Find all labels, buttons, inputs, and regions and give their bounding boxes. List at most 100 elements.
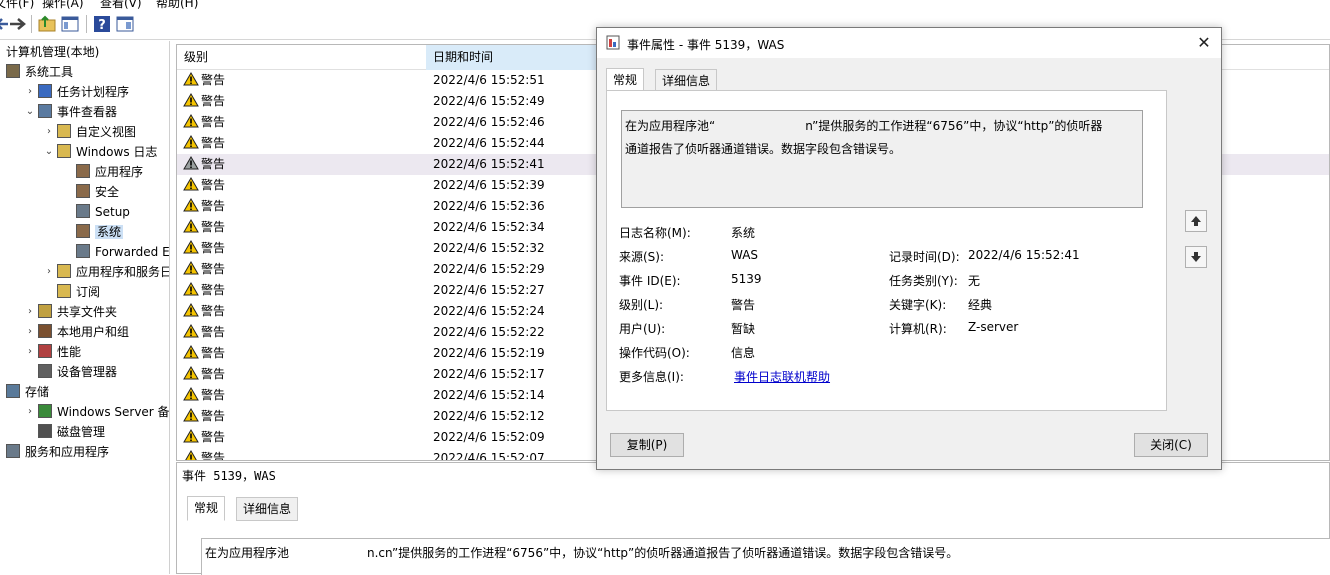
event-preview-pane: 事件 5139，WAS 常规 详细信息 在为应用程序池 n.cn”提供服务的工作进… (176, 462, 1330, 575)
show-hide-tree-icon[interactable] (60, 14, 80, 34)
tree-item[interactable]: 订阅 (57, 282, 100, 302)
tree-node-icon (38, 104, 52, 118)
row-level: 警告 (201, 325, 226, 339)
forward-arrow-icon[interactable] (8, 14, 28, 34)
row-level: 警告 (201, 178, 226, 192)
row-datetime: 2022/4/6 15:52:51 (433, 73, 545, 87)
tree-item[interactable]: 系统工具 (6, 62, 73, 82)
close-icon[interactable]: ✕ (1187, 28, 1221, 58)
tree-item[interactable]: ⌄ 事件查看器 (26, 102, 117, 122)
row-datetime: 2022/4/6 15:52:17 (433, 367, 545, 381)
tree-item-label: 系统 (95, 225, 124, 239)
warning-icon (183, 261, 199, 275)
copy-button[interactable]: 复制(P) (610, 433, 684, 457)
menu-help[interactable]: 帮助(H) (156, 0, 198, 10)
tree-item[interactable]: Setup (76, 202, 130, 222)
tree-item[interactable]: 应用程序 (76, 162, 143, 182)
row-datetime: 2022/4/6 15:52:29 (433, 262, 545, 276)
next-event-button[interactable] (1185, 246, 1207, 268)
tree-item-label: 本地用户和组 (57, 325, 130, 339)
tree-item[interactable]: ⌄ Windows 日志 (45, 142, 157, 162)
tree-item-label: 存储 (25, 385, 50, 399)
user-value: 暂缺 (731, 322, 756, 336)
previous-event-button[interactable] (1185, 210, 1207, 232)
tree-item[interactable]: ›应用程序和服务日志 (47, 262, 169, 282)
log-name-value: 系统 (731, 226, 756, 240)
tree-node-icon (38, 324, 52, 338)
row-level: 警告 (201, 73, 226, 87)
menu-view[interactable]: 查看(V) (100, 0, 142, 10)
tree-node-icon (76, 164, 90, 178)
dialog-tab-details[interactable]: 详细信息 (655, 69, 718, 92)
tree-item[interactable]: › Windows Server 备份 (28, 402, 170, 422)
chevron-down-icon[interactable]: ⌄ (43, 142, 55, 162)
chevron-right-icon[interactable]: › (24, 82, 36, 102)
warning-icon (183, 72, 199, 86)
chevron-right-icon[interactable]: › (24, 402, 36, 422)
warning-icon (183, 198, 199, 212)
row-level: 警告 (201, 451, 226, 461)
tree-item[interactable]: 磁盘管理 (38, 422, 105, 442)
svg-text:?: ? (98, 18, 106, 33)
close-button[interactable]: 关闭(C) (1134, 433, 1208, 457)
menu-action[interactable]: 操作(A) (42, 0, 84, 10)
dialog-titlebar[interactable]: 事件属性 - 事件 5139，WAS ✕ (597, 28, 1221, 58)
tree-item[interactable]: 安全 (76, 182, 119, 202)
navigation-tree: 计算机管理(本地) 系统工具 › 任务计划程序 ⌄ 事件查看器 › 自定义视图 ⌄ Window… (0, 41, 170, 574)
chevron-right-icon[interactable]: › (43, 262, 55, 282)
tree-item-label: 自定义视图 (76, 125, 137, 139)
arrow-down-icon (1191, 252, 1201, 262)
row-datetime: 2022/4/6 15:52:39 (433, 178, 545, 192)
tree-item-label: Windows Server 备份 (57, 405, 170, 419)
tree-root[interactable]: 计算机管理(本地) (6, 42, 99, 62)
tree-item[interactable]: Forwarded Eve (76, 242, 169, 262)
menu-file[interactable]: 文件(F) (0, 0, 34, 10)
tree-item-label: 系统工具 (25, 65, 74, 79)
keywords-label: 关键字(K): (889, 298, 947, 312)
row-level: 警告 (201, 346, 226, 360)
row-level: 警告 (201, 409, 226, 423)
row-datetime: 2022/4/6 15:52:24 (433, 304, 545, 318)
tree-item[interactable]: › 性能 (28, 342, 81, 362)
preview-tab-general[interactable]: 常规 (187, 496, 226, 521)
event-description-box[interactable]: 在为应用程序池“ n”提供服务的工作进程“6756”中，协议“http”的侦听器 … (621, 110, 1143, 208)
tree-item[interactable]: › 本地用户和组 (28, 322, 130, 342)
chevron-down-icon[interactable]: ⌄ (24, 102, 36, 122)
dialog-general-panel: 在为应用程序池“ n”提供服务的工作进程“6756”中，协议“http”的侦听器 … (606, 90, 1167, 411)
preview-text-prefix: 在为应用程序池 (205, 546, 290, 560)
warning-icon (183, 282, 199, 296)
column-level[interactable]: 级别 (177, 45, 425, 70)
online-help-link[interactable]: 事件日志联机帮助 (734, 368, 830, 385)
logged-label: 记录时间(D): (889, 250, 960, 264)
row-datetime: 2022/4/6 15:52:09 (433, 430, 545, 444)
event-viewer-icon (606, 35, 620, 50)
help-icon[interactable]: ? (92, 14, 112, 34)
row-level: 警告 (201, 157, 226, 171)
chevron-right-icon[interactable]: › (43, 122, 55, 142)
warning-icon (183, 387, 199, 401)
row-datetime: 2022/4/6 15:52:22 (433, 325, 545, 339)
row-level: 警告 (201, 304, 226, 318)
tree-item[interactable]: 设备管理器 (38, 362, 117, 382)
tree-item[interactable]: 系统 (76, 222, 124, 242)
warning-icon (183, 303, 199, 317)
tree-item[interactable]: 存储 (6, 382, 49, 402)
tree-item[interactable]: › 共享文件夹 (28, 302, 117, 322)
arrow-up-icon (1191, 216, 1201, 226)
tree-item[interactable]: 服务和应用程序 (6, 442, 109, 462)
preview-tab-details[interactable]: 详细信息 (236, 497, 299, 521)
preview-title: 事件 5139，WAS (182, 469, 276, 483)
chevron-right-icon[interactable]: › (24, 322, 36, 342)
chevron-right-icon[interactable]: › (24, 342, 36, 362)
dialog-tab-general[interactable]: 常规 (606, 68, 645, 92)
chevron-right-icon[interactable]: › (24, 302, 36, 322)
tree-item[interactable]: › 自定义视图 (47, 122, 137, 142)
tree-item-label: Setup (95, 205, 130, 219)
tree-item[interactable]: › 任务计划程序 (28, 82, 129, 102)
task-category-value: 无 (968, 274, 981, 288)
row-datetime: 2022/4/6 15:52:12 (433, 409, 545, 423)
tree-node-icon (38, 424, 52, 438)
up-folder-icon[interactable] (37, 14, 57, 34)
row-datetime: 2022/4/6 15:52:41 (433, 157, 545, 171)
action-pane-icon[interactable] (115, 14, 135, 34)
